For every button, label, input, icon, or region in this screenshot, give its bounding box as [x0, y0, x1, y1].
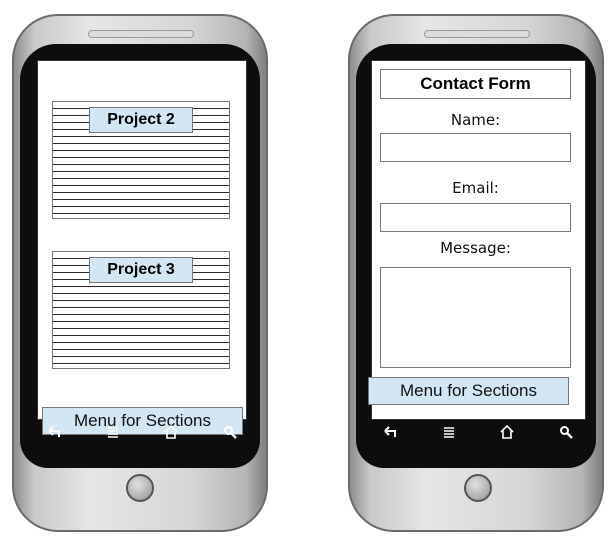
- home-icon[interactable]: [497, 422, 517, 442]
- menu-icon[interactable]: [439, 422, 459, 442]
- name-field[interactable]: [380, 133, 571, 162]
- message-field[interactable]: [380, 267, 571, 368]
- menu-icon[interactable]: [103, 422, 123, 442]
- email-field[interactable]: [380, 203, 571, 232]
- menu-for-sections-button[interactable]: Menu for Sections: [368, 377, 569, 405]
- back-icon[interactable]: [380, 422, 400, 442]
- hardware-home-button[interactable]: [464, 474, 492, 502]
- email-label: Email:: [452, 179, 499, 197]
- phone-screen-right: Contact Form Name: Email: Message: Menu …: [368, 60, 586, 420]
- phone-left: Project 2 Project 3 Menu for Sections: [12, 14, 268, 532]
- phone-screen-left: Project 2 Project 3 Menu for Sections: [37, 60, 247, 435]
- project-3-section[interactable]: Project 3: [52, 251, 230, 369]
- project-2-section[interactable]: Project 2: [52, 101, 230, 219]
- home-icon[interactable]: [161, 422, 181, 442]
- name-label: Name:: [450, 111, 501, 129]
- project-3-title: Project 3: [89, 257, 193, 283]
- android-navbar: [380, 418, 576, 446]
- android-navbar: [44, 418, 240, 446]
- search-icon[interactable]: [556, 422, 576, 442]
- phone-right: Contact Form Name: Email: Message: Menu …: [348, 14, 604, 532]
- search-icon[interactable]: [220, 422, 240, 442]
- message-label: Message:: [440, 239, 511, 257]
- back-icon[interactable]: [44, 422, 64, 442]
- speaker-grille: [424, 30, 530, 38]
- hardware-home-button[interactable]: [126, 474, 154, 502]
- speaker-grille: [88, 30, 194, 38]
- contact-form-title: Contact Form: [380, 69, 571, 99]
- project-2-title: Project 2: [89, 107, 193, 133]
